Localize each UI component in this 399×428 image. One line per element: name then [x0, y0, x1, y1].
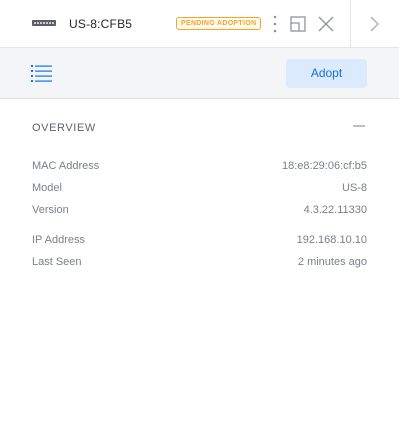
- device-name: US-8:CFB5: [69, 17, 133, 31]
- close-icon[interactable]: [316, 14, 336, 34]
- status-badge: PENDING ADOPTION: [176, 17, 262, 30]
- row-value: 4.3.22.11330: [303, 204, 367, 216]
- row-value: US-8: [341, 182, 367, 194]
- ip-address-row: IP Address 192.168.10.10: [32, 232, 367, 248]
- row-label: Model: [32, 182, 62, 194]
- switch-device-icon: [32, 20, 56, 26]
- row-value: 2 minutes ago: [297, 256, 367, 268]
- chevron-right-icon[interactable]: [366, 14, 382, 34]
- header-divider: [350, 0, 351, 48]
- popout-window-icon[interactable]: [288, 14, 308, 34]
- row-label: IP Address: [32, 234, 85, 246]
- minus-icon[interactable]: [351, 119, 367, 135]
- overview-title: OVERVIEW: [32, 122, 96, 134]
- row-value: 18:e8:29:06:cf:b5: [281, 160, 367, 172]
- panel-toolbar: Adopt: [0, 48, 399, 99]
- device-properties-panel: US-8:CFB5 PENDING ADOPTION Adopt OVERVIE…: [0, 0, 399, 428]
- last-seen-row: Last Seen 2 minutes ago: [32, 254, 367, 270]
- panel-header: US-8:CFB5 PENDING ADOPTION: [0, 0, 399, 48]
- list-icon[interactable]: [31, 64, 53, 82]
- version-row: Version 4.3.22.11330: [32, 202, 367, 218]
- row-label: Version: [32, 204, 69, 216]
- adopt-button[interactable]: Adopt: [286, 59, 367, 88]
- row-value: 192.168.10.10: [296, 234, 367, 246]
- row-label: MAC Address: [32, 160, 100, 172]
- more-vertical-icon[interactable]: [269, 14, 281, 34]
- mac-address-row: MAC Address 18:e8:29:06:cf:b5: [32, 158, 367, 174]
- model-row: Model US-8: [32, 180, 367, 196]
- row-label: Last Seen: [32, 256, 82, 268]
